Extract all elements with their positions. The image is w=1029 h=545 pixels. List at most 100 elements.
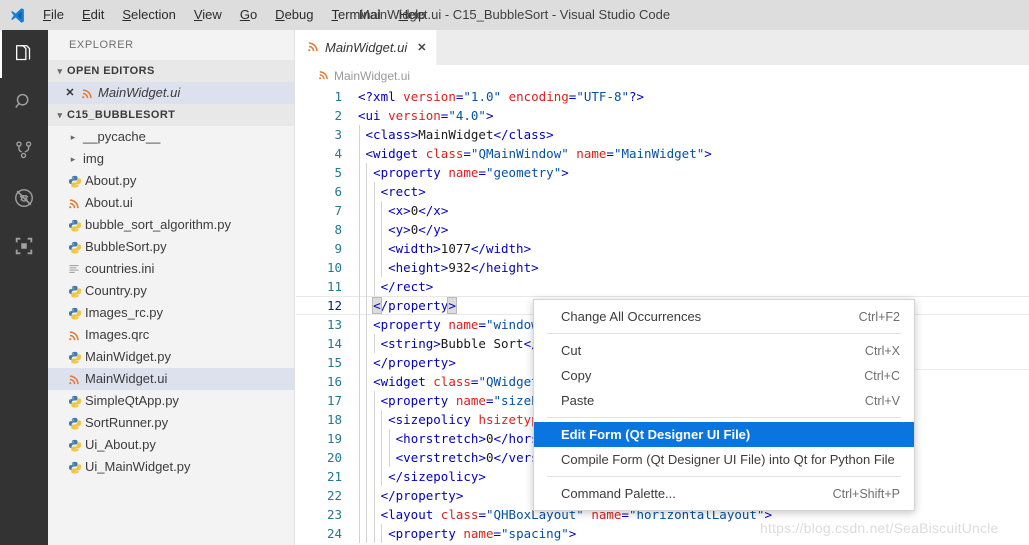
line-number: 19 [326, 431, 342, 446]
file-label: bubble_sort_algorithm.py [85, 217, 231, 232]
file-item[interactable]: Ui_MainWidget.py [48, 456, 294, 478]
file-item[interactable]: Ui_About.py [48, 434, 294, 456]
menu-terminal[interactable]: Terminal [322, 0, 389, 30]
file-label: __pycache__ [83, 129, 161, 144]
extensions-icon [13, 235, 35, 257]
line-number: 3 [334, 127, 342, 142]
menu-bar[interactable]: File Edit Selection View Go Debug Terminal Help [34, 0, 434, 30]
file-item[interactable]: MainWidget.py [48, 346, 294, 368]
menu-help[interactable]: Help [390, 0, 435, 30]
file-item[interactable]: Images.qrc [48, 324, 294, 346]
line-number: 11 [326, 279, 342, 294]
file-label: SimpleQtApp.py [85, 393, 179, 408]
activity-item-run-debug[interactable] [0, 174, 48, 222]
context-menu-item-shortcut: Ctrl+Shift+P [832, 486, 900, 501]
menu-view[interactable]: View [185, 0, 231, 30]
menu-debug[interactable]: Debug [266, 0, 322, 30]
activity-item-extensions[interactable] [0, 222, 48, 270]
menu-file[interactable]: File [34, 0, 73, 30]
code-line[interactable]: 3 <class>MainWidget</class> [296, 125, 1029, 144]
tab-mainwidget-ui[interactable]: MainWidget.ui ✕ [296, 30, 438, 65]
context-menu-item[interactable]: Copy Ctrl+C [534, 363, 914, 388]
vscode-window: File Edit Selection View Go Debug Terminal Help… [0, 0, 1029, 545]
chevron-down-icon: ▾ [57, 110, 63, 120]
line-number: 6 [334, 184, 342, 199]
context-menu-item[interactable]: Compile Form (Qt Designer UI File) into … [534, 447, 914, 472]
file-label: countries.ini [85, 261, 155, 276]
file-item[interactable]: MainWidget.ui [48, 368, 294, 390]
editor-context-menu[interactable]: Change All Occurrences Ctrl+F2 Cut Ctrl+X Co… [533, 299, 915, 511]
code-line[interactable]: 5 <property name="geometry"> [296, 163, 1029, 182]
file-label: MainWidget.py [85, 349, 171, 364]
code-text: <y>0</y> [388, 222, 449, 237]
context-menu-separator [547, 417, 901, 418]
code-text: </rect> [380, 279, 434, 294]
code-line[interactable]: 6 <rect> [296, 182, 1029, 201]
activity-item-source-control[interactable] [0, 126, 48, 174]
file-item[interactable]: About.ui [48, 192, 294, 214]
python-icon [65, 417, 83, 430]
python-icon [65, 307, 83, 320]
context-menu-item[interactable]: Paste Ctrl+V [534, 388, 914, 413]
code-line[interactable]: 7 <x>0</x> [296, 201, 1029, 220]
context-menu-item-label: Change All Occurrences [561, 309, 702, 324]
context-menu-item-shortcut: Ctrl+C [864, 368, 900, 383]
file-label: Country.py [85, 283, 147, 298]
file-item[interactable]: SimpleQtApp.py [48, 390, 294, 412]
file-item[interactable]: Images_rc.py [48, 302, 294, 324]
code-text: </property> [380, 488, 464, 503]
file-item[interactable]: Country.py [48, 280, 294, 302]
code-line[interactable]: 9 <width>1077</width> [296, 239, 1029, 258]
section-project-label: C15_BUBBLESORT [67, 109, 176, 121]
file-item[interactable]: countries.ini [48, 258, 294, 280]
breadcrumb[interactable]: MainWidget.ui [296, 65, 1029, 87]
folder-item[interactable]: ▸ img [48, 148, 294, 170]
context-menu-item[interactable]: Command Palette... Ctrl+Shift+P [534, 481, 914, 506]
file-item[interactable]: About.py [48, 170, 294, 192]
open-editor-item[interactable]: ✕ MainWidget.ui [48, 82, 294, 104]
menu-go[interactable]: Go [231, 0, 266, 30]
project-file-list: ▸ __pycache__ ▸ img About.py About.ui bubble_s… [48, 126, 294, 478]
context-menu-item-shortcut: Ctrl+V [864, 393, 900, 408]
file-label: About.ui [85, 195, 133, 210]
context-menu-item[interactable]: Cut Ctrl+X [534, 338, 914, 363]
context-menu-item-shortcut: Ctrl+X [864, 343, 900, 358]
context-menu-item[interactable]: Edit Form (Qt Designer UI File) [534, 422, 914, 447]
close-icon[interactable]: ✕ [417, 41, 426, 54]
file-label: About.py [85, 173, 137, 188]
code-line[interactable]: 2 <ui version="4.0"> [296, 106, 1029, 125]
ui-file-icon [318, 69, 329, 83]
section-project-root[interactable]: ▾ C15_BUBBLESORT [48, 104, 294, 126]
file-item[interactable]: bubble_sort_algorithm.py [48, 214, 294, 236]
code-text: <width>1077</width> [388, 241, 532, 256]
file-label: BubbleSort.py [85, 239, 167, 254]
code-line[interactable]: 11 </rect> [296, 277, 1029, 296]
code-line[interactable]: 1 <?xml version="1.0" encoding="UTF-8"?> [296, 87, 1029, 106]
code-line[interactable]: 8 <y>0</y> [296, 220, 1029, 239]
run-debug-disabled-icon [13, 187, 35, 209]
line-number: 20 [326, 450, 342, 465]
python-icon [65, 241, 83, 254]
activity-item-explorer[interactable] [0, 30, 48, 78]
code-line[interactable]: 24 <property name="spacing"> [296, 524, 1029, 543]
menu-edit[interactable]: Edit [73, 0, 113, 30]
code-line[interactable]: 10 <height>932</height> [296, 258, 1029, 277]
line-number: 17 [326, 393, 342, 408]
code-line[interactable]: 4 <widget class="QMainWindow" name="Main… [296, 144, 1029, 163]
line-number: 9 [334, 241, 342, 256]
context-menu-item-shortcut: Ctrl+F2 [858, 309, 900, 324]
ui-file-icon [65, 197, 83, 209]
code-text: <property name="spacing"> [388, 526, 577, 541]
source-control-branch-icon [13, 139, 35, 161]
file-item[interactable]: BubbleSort.py [48, 236, 294, 258]
close-icon[interactable]: ✕ [62, 82, 78, 104]
menu-selection[interactable]: Selection [113, 0, 184, 30]
context-menu-item[interactable]: Change All Occurrences Ctrl+F2 [534, 304, 914, 329]
code-text: <class>MainWidget</class> [365, 127, 554, 142]
activity-item-search[interactable] [0, 78, 48, 126]
line-number: 1 [334, 89, 342, 104]
folder-item[interactable]: ▸ __pycache__ [48, 126, 294, 148]
file-item[interactable]: SortRunner.py [48, 412, 294, 434]
code-text: </property> [372, 297, 457, 314]
section-open-editors[interactable]: ▾ OPEN EDITORS [48, 60, 294, 82]
